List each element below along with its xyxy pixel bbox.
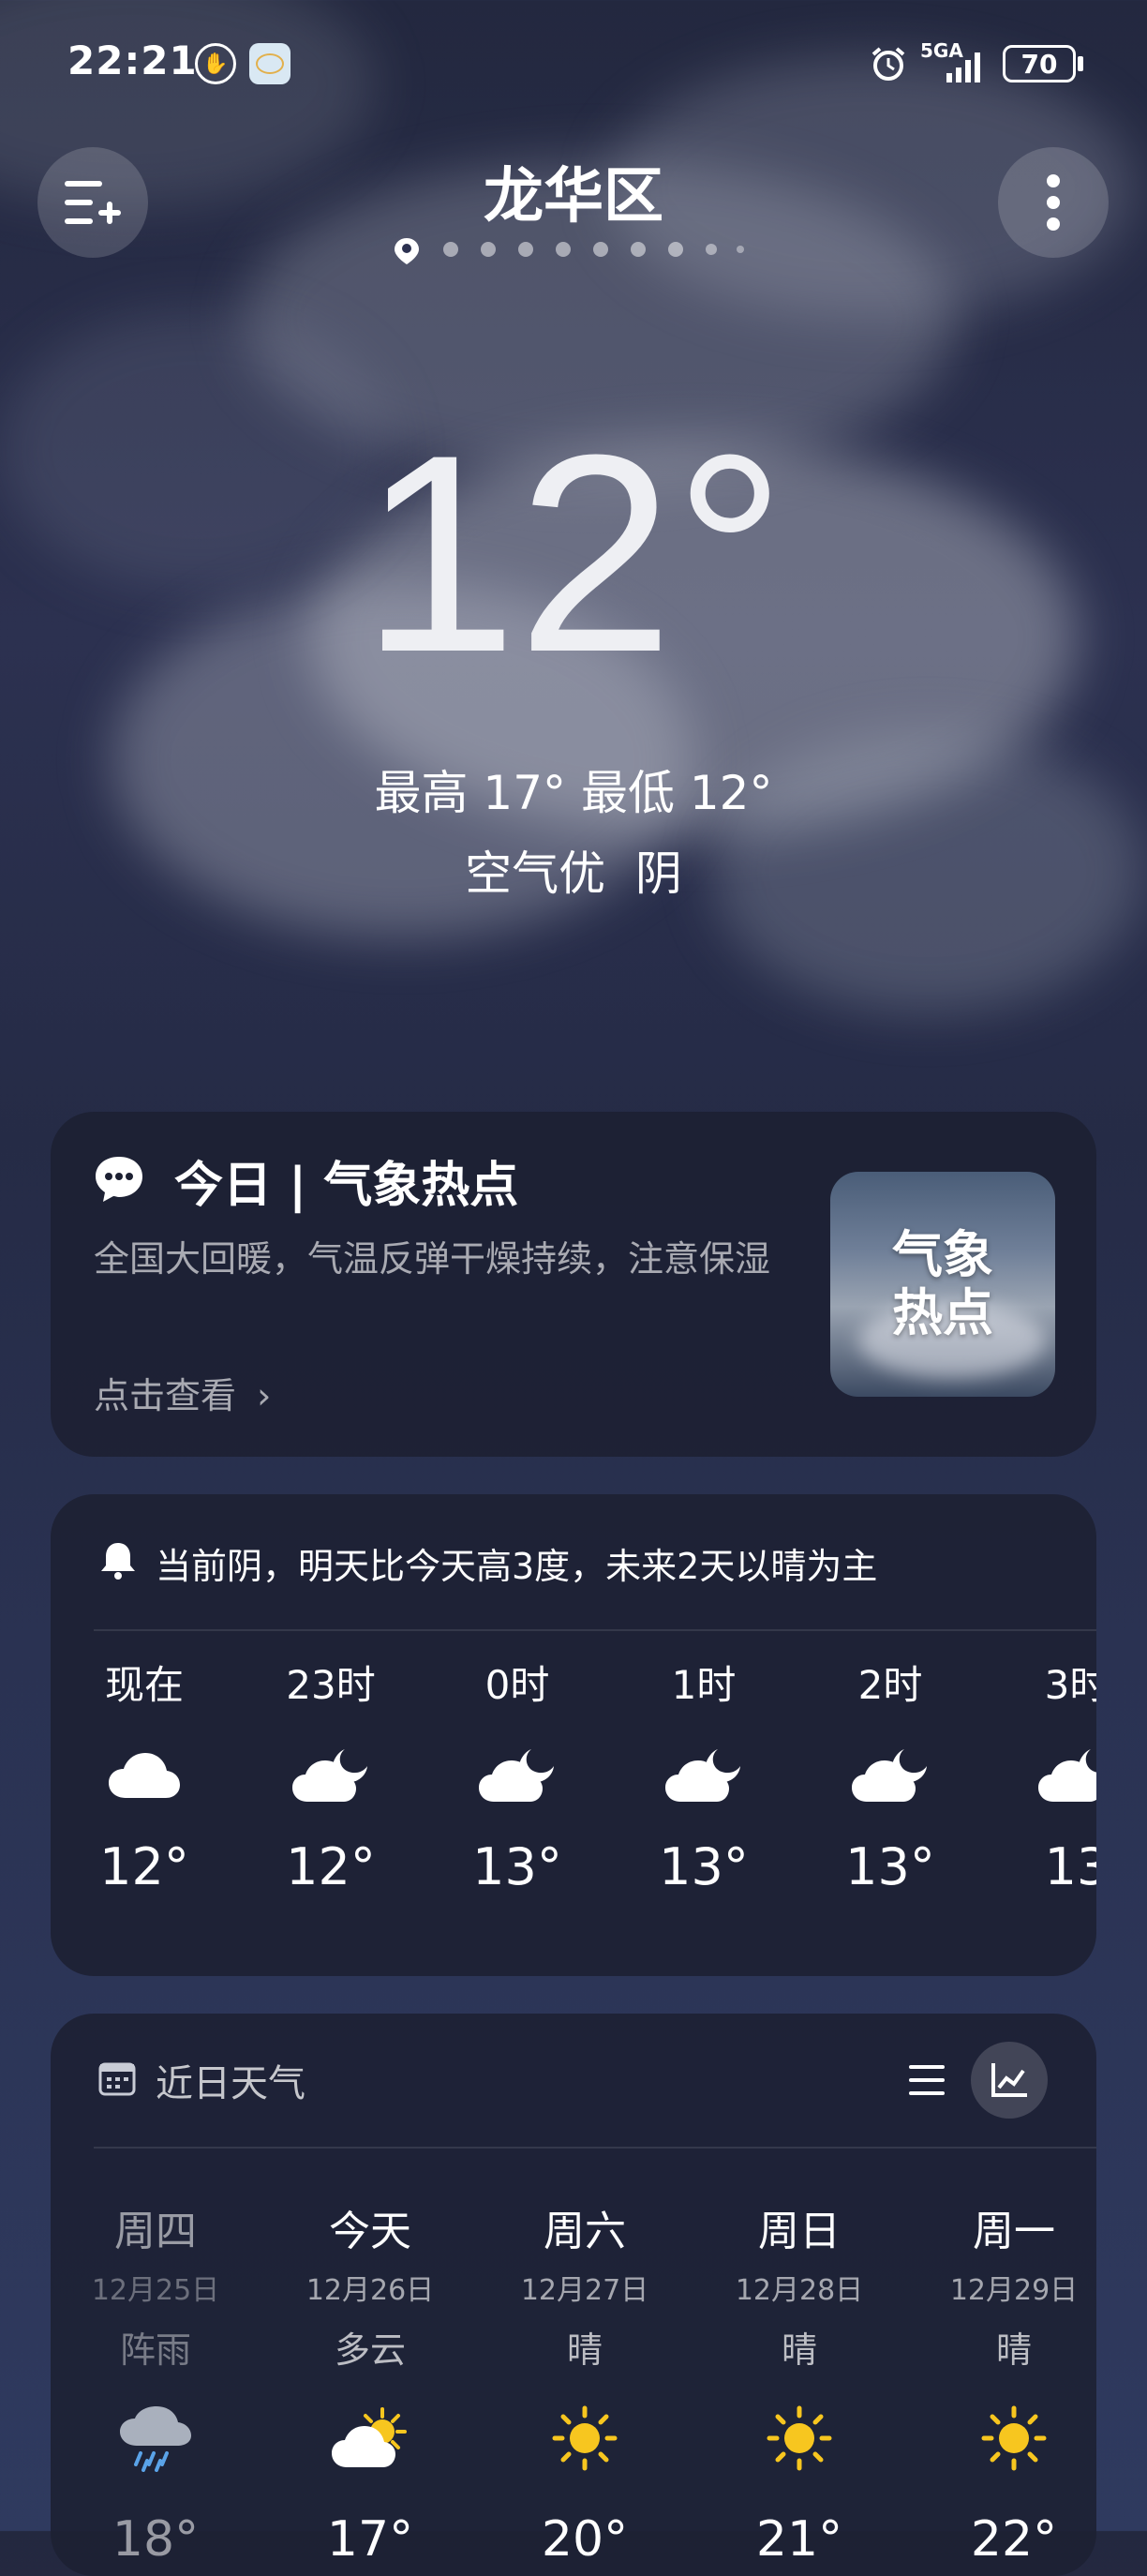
hour-temp: 12° (99, 1837, 189, 1896)
battery-tip (1078, 56, 1083, 71)
list-view-button[interactable] (894, 2047, 960, 2113)
hourly-item: 2时 13° (797, 1654, 984, 1896)
hand-icon: ✋ (195, 43, 236, 84)
day-date: 12月25日 (91, 2274, 220, 2307)
day-date: 12月27日 (520, 2274, 649, 2307)
bell-icon (97, 1539, 139, 1580)
chat-bubble-icon (94, 1153, 144, 1204)
hour-label: 23时 (286, 1662, 376, 1708)
list-add-icon (65, 181, 121, 224)
air-quality-condition: 空气优 阴 (465, 846, 682, 901)
day-weekday: 周一 (973, 2208, 1055, 2255)
hour-temp: 12° (286, 1837, 376, 1896)
alarm-icon (870, 45, 907, 82)
day-weekday: 周六 (544, 2208, 626, 2255)
city-page-indicator[interactable] (394, 236, 753, 264)
hour-label: 3时 (1044, 1662, 1096, 1708)
rain-cloud-icon (51, 2401, 263, 2476)
hour-label: 1时 (671, 1662, 737, 1708)
day-date: 12月26日 (305, 2274, 435, 2307)
hour-label: 0时 (484, 1662, 550, 1708)
hourly-item: 3时 13 (983, 1654, 1096, 1896)
temperature-range: 最高 17° 最低 12° (374, 766, 773, 820)
hotspot-title: 今日 | 气象热点 (174, 1158, 519, 1214)
line-chart-icon (991, 2063, 1027, 2097)
cloud-moon-icon (983, 1732, 1096, 1819)
view-details-label: 点击查看 (94, 1375, 237, 1416)
status-time: 22:21 (67, 37, 198, 83)
daily-forecast-card: 近日天气 周四 12月25日阵雨 18° 今天 12月26日多云 17° 周六 12月27日晴… (51, 2014, 1096, 2576)
hour-temp: 13° (845, 1837, 935, 1896)
day-temp: 21° (755, 2511, 843, 2568)
daily-item: 今天 12月26日多云 17° (262, 2197, 478, 2568)
battery-level: 70 (1020, 48, 1058, 80)
day-temp: 18° (112, 2511, 200, 2568)
day-temp: 17° (326, 2511, 414, 2568)
daily-item: 周四 12月25日阵雨 18° (51, 2197, 263, 2568)
divider (94, 1629, 1096, 1631)
cloud-moon-icon (610, 1732, 797, 1819)
hotspot-thumbnail[interactable]: 气象 热点 (830, 1172, 1055, 1397)
day-condition: 晴 (566, 2329, 603, 2371)
cloud-moon-icon (237, 1732, 425, 1819)
hotspot-summary: 全国大回暖，气温反弹干燥持续，注意保湿 (94, 1238, 771, 1280)
daily-item: 周六 12月27日晴 20° (477, 2197, 693, 2568)
cloud-icon (51, 1732, 238, 1819)
battery-indicator: 70 (1003, 45, 1076, 82)
city-name: 龙华区 (484, 162, 663, 232)
thumbnail-text-line1: 气象 (892, 1225, 993, 1284)
thumbnail-text-line2: 热点 (892, 1283, 993, 1342)
day-date: 12月29日 (949, 2274, 1079, 2307)
hourly-item: 0时 13° (424, 1654, 611, 1896)
hour-label: 现在 (104, 1662, 184, 1708)
day-weekday: 周四 (114, 2208, 197, 2255)
day-weekday: 今天 (329, 2208, 411, 2255)
day-weekday: 周日 (758, 2208, 841, 2255)
daily-item: 周一 12月29日晴 22° (906, 2197, 1096, 2568)
daily-item: 周日 12月28日晴 21° (692, 2197, 907, 2568)
sun-icon (906, 2401, 1096, 2476)
divider (94, 2147, 1096, 2149)
cloud-moon-icon (424, 1732, 611, 1819)
calendar-icon (97, 2059, 137, 2098)
add-city-button[interactable] (37, 147, 148, 258)
more-vertical-icon (1047, 174, 1060, 231)
weather-alert-text: 当前阴，明天比今天高3度，未来2天以晴为主 (156, 1546, 878, 1587)
day-condition: 晴 (781, 2329, 817, 2371)
more-options-button[interactable] (998, 147, 1109, 258)
view-details-link[interactable]: 点击查看 › (94, 1367, 271, 1418)
sun-cloud-icon (262, 2401, 478, 2476)
hour-temp: 13° (472, 1837, 562, 1896)
sun-icon (692, 2401, 907, 2476)
day-condition: 晴 (995, 2329, 1032, 2371)
app-notification-icon (249, 43, 290, 84)
hour-temp: 13 (1044, 1837, 1096, 1896)
chevron-right-icon: › (257, 1375, 272, 1416)
hour-label: 2时 (857, 1662, 923, 1708)
day-temp: 22° (970, 2511, 1058, 2568)
weather-hotspot-card[interactable]: 今日 | 气象热点 全国大回暖，气温反弹干燥持续，注意保湿 点击查看 › 气象 … (51, 1112, 1096, 1457)
hourly-item: 23时 12° (237, 1654, 425, 1896)
hourly-item: 1时 13° (610, 1654, 797, 1896)
day-condition: 多云 (334, 2329, 406, 2371)
sun-icon (477, 2401, 693, 2476)
signal-icon (937, 47, 990, 84)
current-temperature: 12° (361, 396, 786, 711)
chart-view-button[interactable] (971, 2042, 1048, 2119)
hour-temp: 13° (659, 1837, 749, 1896)
list-icon (909, 2065, 945, 2095)
day-temp: 20° (541, 2511, 629, 2568)
day-date: 12月28日 (735, 2274, 864, 2307)
daily-title: 近日天气 (156, 2062, 305, 2105)
hourly-forecast-card: 当前阴，明天比今天高3度，未来2天以晴为主 现在 12° 23时 12° 0时 13° 1时… (51, 1494, 1096, 1976)
cloud-moon-icon (797, 1732, 984, 1819)
day-condition: 阵雨 (119, 2329, 191, 2371)
hourly-item: 现在 12° (51, 1654, 238, 1896)
